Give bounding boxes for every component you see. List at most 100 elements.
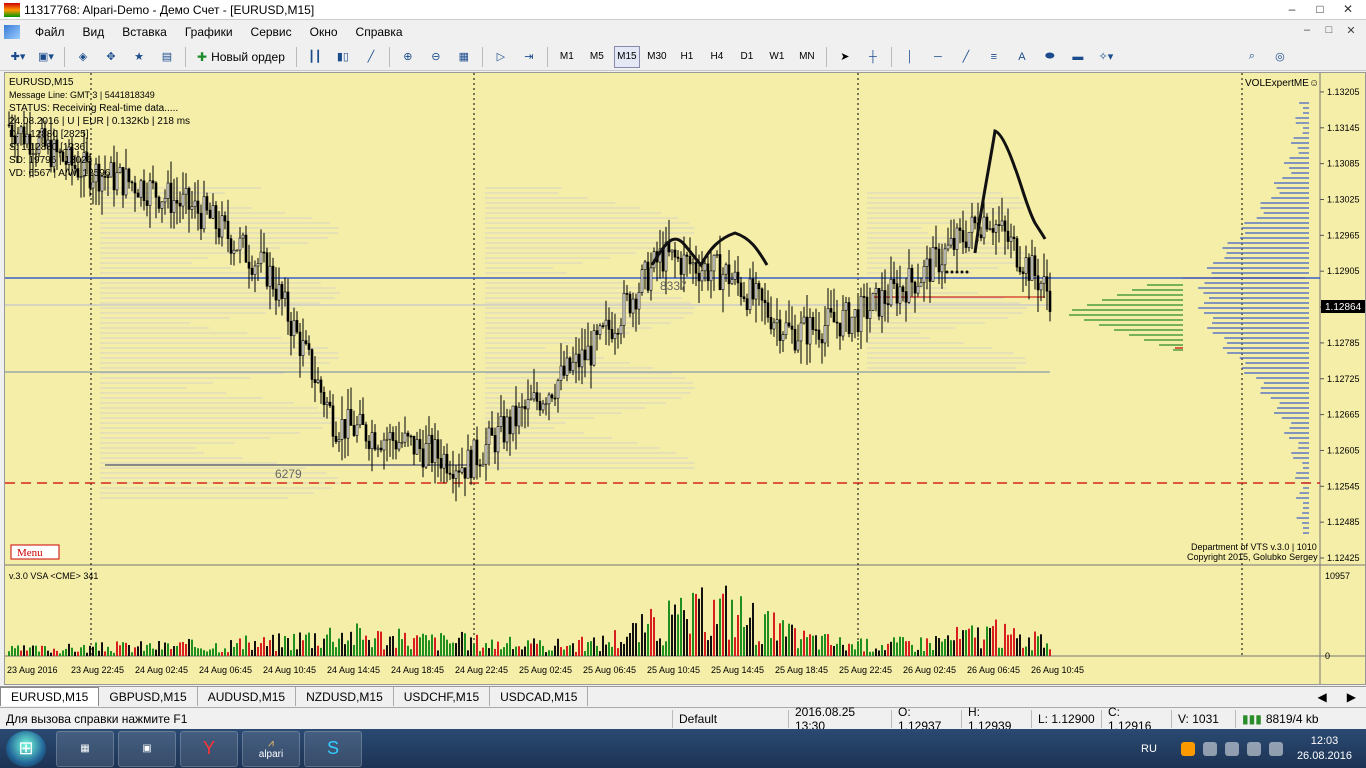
menu-help[interactable]: Справка [347, 25, 412, 39]
taskbar-alpari[interactable]: ⩘ alpari [242, 730, 300, 767]
candle-body [1039, 282, 1043, 291]
tray-network-icon[interactable] [1224, 741, 1239, 756]
price-label: 1.12905 [1327, 266, 1360, 276]
tab-audusd[interactable]: AUDUSD,M15 [198, 687, 297, 706]
taskbar-explorer-icon[interactable]: ▣ [118, 730, 176, 767]
taskbar-calculator-icon[interactable]: ▦ [56, 730, 114, 767]
tray-language[interactable]: RU [1141, 743, 1157, 755]
mdi-restore-button[interactable]: □ [1318, 21, 1340, 39]
rectangle-icon[interactable]: ▬ [1066, 46, 1090, 68]
bar-chart-icon[interactable]: ┃┃ [303, 46, 327, 68]
candle-body [283, 291, 287, 299]
price-scale[interactable]: 1.13205 1.13145 1.13085 1.13025 1.12965 1.129… [1320, 87, 1360, 563]
tray-time: 12:03 [1310, 734, 1339, 747]
cursor-icon[interactable]: ➤ [833, 46, 857, 68]
new-chart-icon[interactable]: ✚▾ [6, 46, 30, 68]
profiles-icon[interactable]: ▣▾ [34, 46, 58, 68]
search-icon[interactable]: ⌕ [1240, 46, 1264, 68]
menu-bar: Файл Вид Вставка Графики Сервис Окно Спр… [0, 21, 1366, 42]
tab-eurusd[interactable]: EURUSD,M15 [0, 687, 100, 706]
text-icon[interactable]: A [1010, 46, 1034, 68]
tab-nzdusd[interactable]: NZDUSD,M15 [296, 687, 394, 706]
candle-body [679, 257, 683, 275]
tab-usdcad[interactable]: USDCAD,M15 [490, 687, 589, 706]
tf-h1[interactable]: H1 [674, 46, 700, 68]
candle-body [541, 403, 545, 411]
candle-body [742, 296, 746, 300]
tray-volume-icon[interactable] [1246, 741, 1261, 756]
tray-clock[interactable]: 12:03 26.08.2016 [1297, 734, 1352, 764]
line-chart-icon[interactable]: ╱ [359, 46, 383, 68]
candle-chart-icon[interactable]: ▮▯ [331, 46, 355, 68]
tray-flag-icon[interactable] [1268, 741, 1283, 756]
menu-charts[interactable]: Графики [176, 25, 242, 39]
ellipse-icon[interactable]: ⬬ [1038, 46, 1062, 68]
channel-icon[interactable]: ≡ [982, 46, 1006, 68]
tile-windows-icon[interactable]: ▦ [452, 46, 476, 68]
market-watch-icon[interactable]: ◈ [71, 46, 95, 68]
tab-scroll-right-icon[interactable]: ▶ [1337, 687, 1366, 706]
chart-window[interactable]: EURUSD,M15 Message Line: GMT 3 | 5441818… [4, 72, 1366, 685]
taskbar-skype-icon[interactable]: S [304, 730, 362, 767]
tf-mn[interactable]: MN [794, 46, 820, 68]
candle-body [475, 439, 479, 466]
candle-body [811, 317, 815, 330]
mdi-minimize-button[interactable]: – [1296, 21, 1318, 39]
menu-insert[interactable]: Вставка [113, 25, 176, 39]
tf-m30[interactable]: M30 [644, 46, 670, 68]
candle-body [397, 442, 401, 450]
tf-d1[interactable]: D1 [734, 46, 760, 68]
tab-gbpusd[interactable]: GBPUSD,M15 [99, 687, 198, 706]
start-button[interactable]: ⊞ [6, 730, 46, 767]
menu-view[interactable]: Вид [74, 25, 114, 39]
menu-file[interactable]: Файл [26, 25, 74, 39]
candle-body [862, 296, 866, 298]
objects-icon[interactable]: ✧▾ [1094, 46, 1118, 68]
trendline-icon[interactable]: ╱ [954, 46, 978, 68]
time-scale[interactable]: 23 Aug 2016 23 Aug 22:45 24 Aug 02:45 24 Au… [7, 665, 1084, 675]
zoom-in-icon[interactable]: ⊕ [396, 46, 420, 68]
tab-scroll-left-icon[interactable]: ◀ [1308, 687, 1337, 706]
horizontal-line-icon[interactable]: ─ [926, 46, 950, 68]
community-icon[interactable]: ◎ [1268, 46, 1292, 68]
candle-body [400, 441, 404, 444]
main-toolbar: ✚▾ ▣▾ ◈ ✥ ★ ▤ ✚ Новый ордер ┃┃ ▮▯ ╱ ⊕ ⊖ ▦… [0, 43, 1366, 71]
new-order-button[interactable]: ✚ Новый ордер [192, 46, 290, 68]
navigator-icon[interactable]: ✥ [99, 46, 123, 68]
tf-m1[interactable]: M1 [554, 46, 580, 68]
candle-body [112, 162, 116, 191]
tab-usdchf[interactable]: USDCHF,M15 [394, 687, 491, 706]
app-icon [4, 2, 20, 17]
minimize-button[interactable]: – [1278, 0, 1306, 18]
close-button[interactable]: ✕ [1334, 0, 1362, 18]
favorites-icon[interactable]: ★ [127, 46, 151, 68]
tf-m5[interactable]: M5 [584, 46, 610, 68]
tray-arrow-icon[interactable] [1202, 741, 1217, 756]
menu-window[interactable]: Окно [301, 25, 347, 39]
tf-m15[interactable]: M15 [613, 45, 640, 68]
autoscroll-icon[interactable]: ▷ [489, 46, 513, 68]
candle-body [481, 463, 485, 467]
chart-shift-icon[interactable]: ⇥ [517, 46, 541, 68]
candle-body [928, 258, 932, 282]
maximize-button[interactable]: □ [1306, 0, 1334, 18]
tf-h4[interactable]: H4 [704, 46, 730, 68]
menu-tools[interactable]: Сервис [242, 25, 301, 39]
candle-body [865, 296, 869, 319]
taskbar-yandex-icon[interactable]: Y [180, 730, 238, 767]
candle-body [454, 470, 458, 479]
candle-body [394, 440, 398, 450]
tray-app-icon[interactable] [1180, 741, 1195, 756]
strategy-tester-icon[interactable]: ▤ [155, 46, 179, 68]
candle-body [160, 201, 164, 209]
vertical-line-icon[interactable]: │ [898, 46, 922, 68]
drawn-peak[interactable] [973, 129, 1047, 254]
tf-w1[interactable]: W1 [764, 46, 790, 68]
menu-button-label[interactable]: Menu [17, 547, 43, 559]
mdi-close-button[interactable]: ✕ [1340, 21, 1362, 39]
zoom-out-icon[interactable]: ⊖ [424, 46, 448, 68]
status-profile[interactable]: Default [672, 709, 788, 728]
crosshair-icon[interactable]: ┼ [861, 46, 885, 68]
time-label: 25 Aug 02:45 [519, 665, 572, 675]
price-chart[interactable]: EURUSD,M15 Message Line: GMT 3 | 5441818… [5, 73, 1365, 684]
